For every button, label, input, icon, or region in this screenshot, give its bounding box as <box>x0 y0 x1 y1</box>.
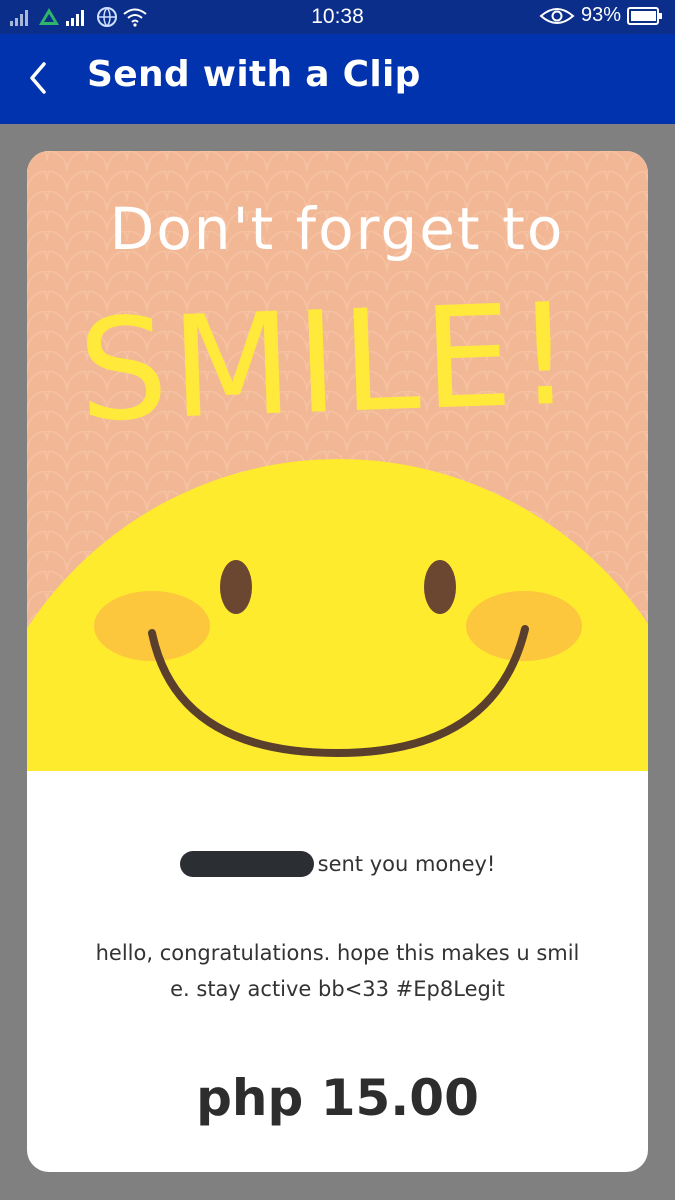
app-bar: Send with a Clip <box>0 34 675 124</box>
status-right: 93% <box>539 4 663 27</box>
message-line-1: hello, congratulations. hope this makes … <box>95 941 580 965</box>
left-cheek <box>94 591 210 661</box>
sender-line: sent you money! <box>27 851 648 877</box>
message-line-2: e. stay active bb<33 #Ep8Legit <box>170 977 505 1001</box>
eye-icon <box>539 7 575 24</box>
clip-headline: Don't forget to <box>110 195 565 263</box>
clip-message: hello, congratulations. hope this makes … <box>67 935 608 1007</box>
battery-icon <box>627 6 662 25</box>
clip-card: Don't forget to SMILE! sent you money! h… <box>27 151 648 1172</box>
battery-percent: 93% <box>580 4 621 26</box>
clip-big-text: SMILE! <box>76 273 579 453</box>
chevron-left-icon <box>30 62 46 94</box>
status-bar: 10:38 93% <box>0 0 675 34</box>
back-button[interactable] <box>22 56 66 100</box>
left-eye <box>220 560 252 614</box>
right-eye <box>424 560 456 614</box>
redacted-sender-name <box>179 851 314 877</box>
sender-suffix: sent you money! <box>317 852 496 876</box>
page-title: Send with a Clip <box>87 54 421 95</box>
amount: php 15.00 <box>196 1069 479 1127</box>
smile-clip-image: Don't forget to SMILE! <box>27 151 648 771</box>
